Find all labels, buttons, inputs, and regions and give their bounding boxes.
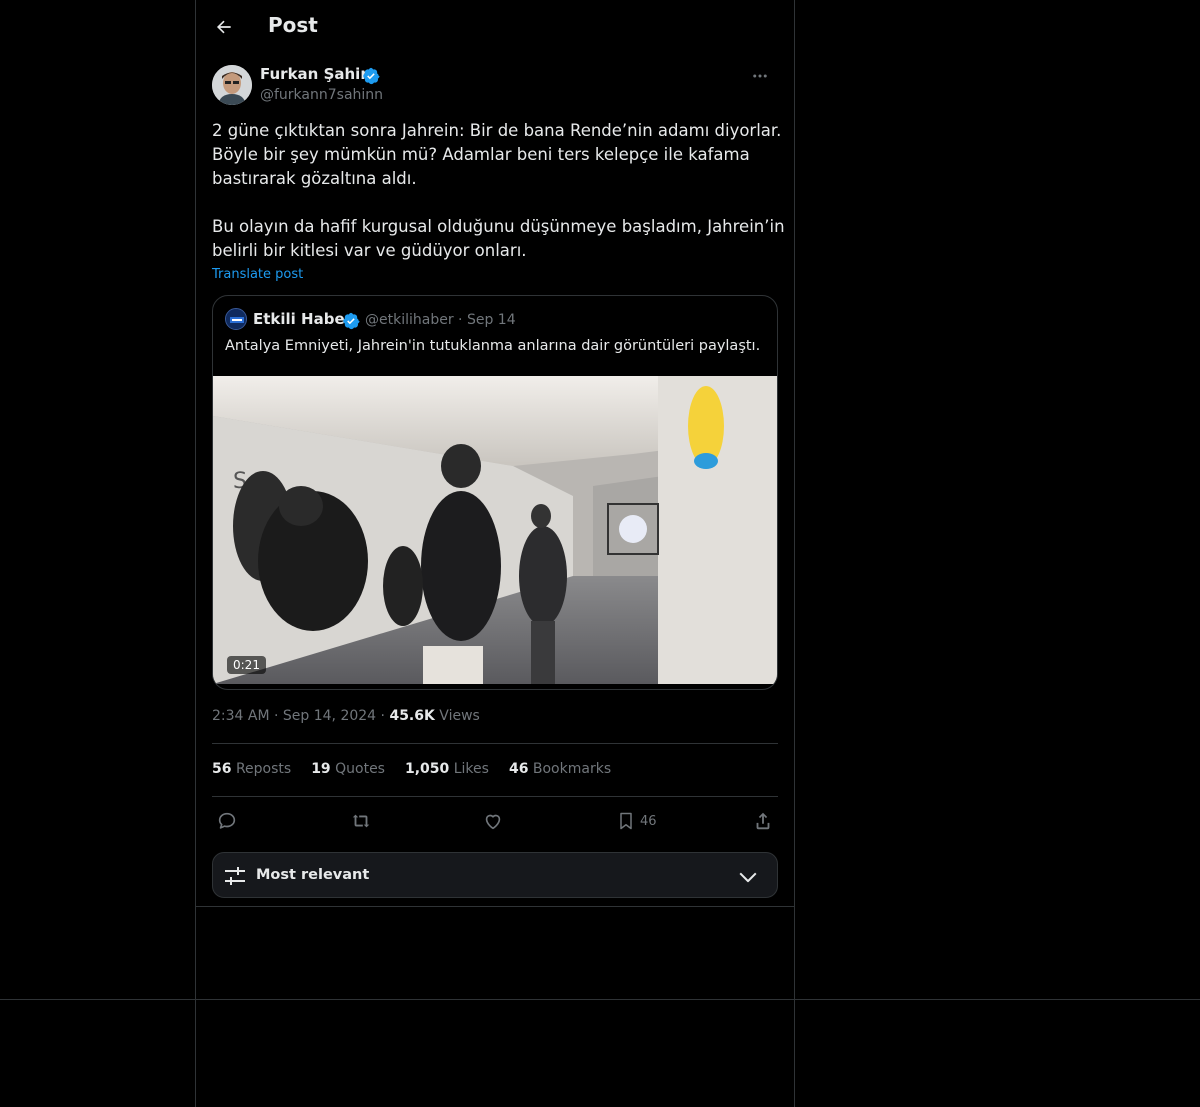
reposts-stat[interactable]: 56 Reposts — [212, 761, 291, 777]
divider — [212, 743, 778, 744]
post-meta: 2:34 AM · Sep 14, 2024 · 45.6K Views — [212, 708, 480, 724]
page-title: Post — [268, 13, 318, 37]
quoted-post[interactable]: Etkili Haber @etkilihaber · Sep 14 Antal… — [212, 295, 778, 690]
divider — [212, 796, 778, 797]
stat-label: Reposts — [235, 761, 292, 777]
sliders-icon — [225, 867, 245, 885]
stat-label: Quotes — [335, 761, 385, 777]
post-time[interactable]: 2:34 AM — [212, 708, 270, 724]
primary-column: Post Furkan Şahin @furkann7sahinn 2 güne… — [196, 0, 794, 907]
post-text-line: belirli bir kitlesi var ve güdüyor onlar… — [212, 241, 527, 260]
chevron-down-icon — [739, 872, 757, 883]
repost-button[interactable] — [349, 808, 373, 834]
quote-author-avatar — [225, 308, 247, 330]
quote-date: Sep 14 — [466, 312, 516, 328]
post-stats: 56 Reposts 19 Quotes 1,050 Likes 46 Book… — [212, 761, 611, 777]
sort-label: Most relevant — [256, 867, 370, 883]
share-icon — [756, 812, 770, 830]
post-text-line: Böyle bir şey mümkün mü? Adamlar beni te… — [212, 145, 750, 164]
dot-separator: · — [274, 708, 283, 724]
stat-label: Bookmarks — [532, 761, 612, 777]
quotes-stat[interactable]: 19 Quotes — [311, 761, 385, 777]
stat-count: 56 — [212, 761, 232, 777]
verified-badge-icon — [363, 67, 380, 85]
post-text-line: bastırarak gözaltına aldı. — [212, 169, 417, 188]
quote-text: Antalya Emniyeti, Jahrein'in tutuklanma … — [225, 338, 761, 354]
post-date[interactable]: Sep 14, 2024 — [283, 708, 376, 724]
dot-separator: · — [458, 312, 467, 328]
post-text-line — [212, 191, 778, 215]
views-label: Views — [439, 708, 480, 724]
translate-post-link[interactable]: Translate post — [212, 267, 303, 282]
likes-stat[interactable]: 1,050 Likes — [405, 761, 489, 777]
quote-video[interactable]: S 0:21 — [213, 376, 777, 684]
stat-label: Likes — [453, 761, 489, 777]
author-name[interactable]: Furkan Şahin — [260, 65, 371, 83]
post-text-line: 2 güne çıktıktan sonra Jahrein: Bir de b… — [212, 121, 782, 140]
stat-count: 1,050 — [404, 761, 450, 777]
share-button[interactable] — [752, 808, 774, 834]
like-button[interactable] — [482, 808, 504, 834]
stat-count: 19 — [311, 761, 331, 777]
quote-author-name: Etkili Haber — [253, 310, 353, 328]
quote-meta: @etkilihaber · Sep 14 — [365, 312, 516, 328]
quote-verified-badge-icon — [343, 312, 360, 330]
quote-author-handle: @etkilihaber — [365, 312, 454, 328]
views-count: 45.6K — [389, 708, 435, 724]
arrow-left-icon — [216, 20, 231, 34]
more-options-button[interactable] — [746, 64, 774, 88]
author-handle[interactable]: @furkann7sahinn — [260, 87, 383, 103]
post-text-line: Bu olayın da hafif kurgusal olduğunu düş… — [212, 217, 785, 236]
bookmark-count: 46 — [640, 813, 657, 829]
repost-icon — [352, 814, 370, 828]
bottom-divider — [0, 999, 1200, 1000]
right-column-border — [794, 0, 795, 1107]
reply-button[interactable] — [216, 808, 238, 834]
bookmark-icon — [620, 812, 632, 830]
bookmark-button[interactable]: 46 — [616, 808, 657, 834]
video-duration: 0:21 — [227, 656, 266, 674]
more-dots-icon — [753, 74, 767, 78]
reply-icon — [218, 812, 236, 829]
back-button[interactable] — [208, 11, 240, 43]
replies-sort-dropdown[interactable]: Most relevant — [212, 852, 778, 898]
post-actions: 46 — [212, 806, 778, 836]
page-header: Post — [196, 0, 794, 54]
author-avatar[interactable] — [212, 65, 252, 105]
post-text: 2 güne çıktıktan sonra Jahrein: Bir de b… — [212, 119, 785, 263]
video-thumbnail: S — [213, 376, 777, 684]
post-author: Furkan Şahin @furkann7sahinn — [212, 64, 778, 108]
heart-icon — [485, 814, 501, 830]
stat-count: 46 — [508, 761, 529, 777]
bookmarks-stat[interactable]: 46 Bookmarks — [509, 761, 611, 777]
